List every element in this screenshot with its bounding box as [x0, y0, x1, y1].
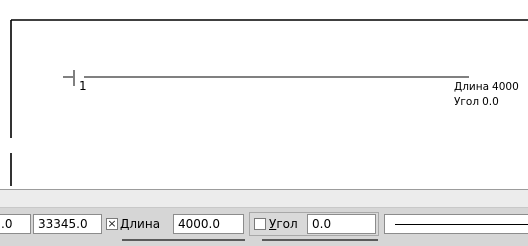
hint-length-row: Длина 4000	[454, 80, 519, 95]
segment-hint-tooltip: Длина 4000 Угол 0.0	[454, 80, 519, 110]
hint-length-label: Длина	[454, 81, 490, 93]
solid-line-sample-icon	[395, 224, 528, 225]
point-number-label: 1	[79, 79, 87, 93]
property-panel: .0 33345.0 × Длина 4000.0 Угол 0.0	[0, 189, 528, 246]
hint-angle-label: Угол	[454, 96, 480, 108]
angle-label: Угол	[269, 217, 298, 231]
length-checkbox[interactable]: ×	[106, 218, 118, 230]
angle-group-underline	[262, 239, 378, 241]
drawing-svg	[10, 19, 528, 186]
drawing-canvas[interactable]: 1 Длина 4000 Угол 0.0	[0, 0, 528, 190]
length-label-rest: лина	[129, 217, 161, 231]
kompas-drawing-window: 1 Длина 4000 Угол 0.0 .0 33345.0 × Длина 4…	[0, 0, 528, 246]
hint-angle-row: Угол 0.0	[454, 95, 519, 110]
length-label-mnemonic: Д	[120, 217, 130, 231]
angle-checkbox[interactable]	[254, 218, 266, 230]
line-style-selector[interactable]	[384, 214, 528, 234]
hint-angle-value: 0.0	[482, 96, 499, 108]
length-label: Длина	[120, 217, 160, 231]
angle-field[interactable]: 0.0	[307, 214, 376, 234]
length-group-underline	[122, 239, 245, 241]
length-field[interactable]: 4000.0	[173, 214, 244, 234]
panel-header-strip	[0, 190, 528, 208]
hint-length-value: 4000	[492, 81, 519, 93]
angle-label-rest: гол	[276, 217, 298, 231]
point-x-field[interactable]: .0	[0, 214, 31, 234]
point-y-field[interactable]: 33345.0	[33, 214, 102, 234]
